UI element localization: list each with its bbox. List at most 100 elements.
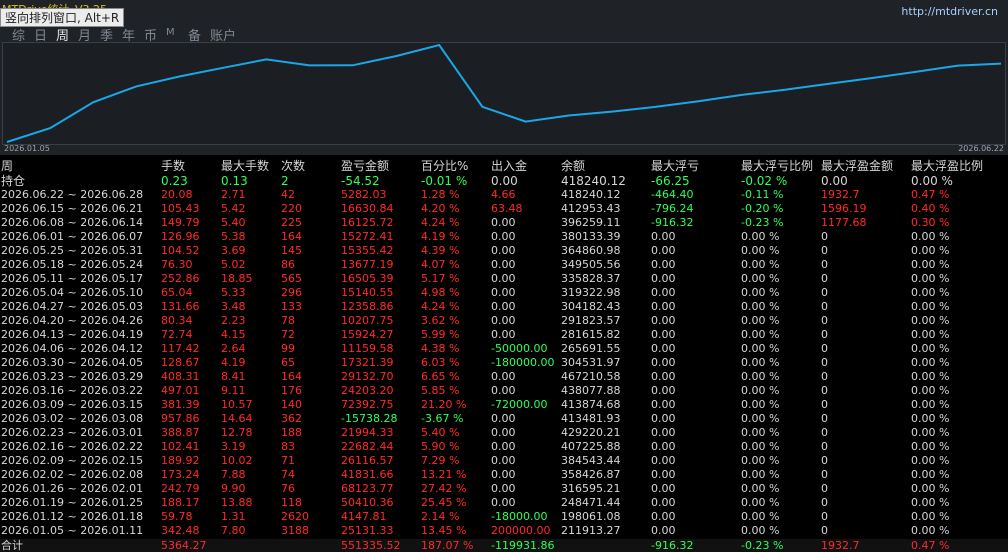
table-row[interactable]: 2026.06.01 ~ 2026.06.07 126.96 5.38 164 1527… <box>0 230 1008 244</box>
cell-1: 388.87 <box>161 426 200 439</box>
cell-9: -0.23 % <box>741 216 784 229</box>
table-row[interactable]: 2026.01.05 ~ 2026.01.11 342.48 7.80 3188 251… <box>0 524 1008 538</box>
table-row[interactable]: 2026.02.16 ~ 2026.02.22 102.41 3.19 83 22682… <box>0 440 1008 454</box>
cell-11: 0.00 % <box>911 258 950 271</box>
cell-3: 164 <box>281 370 302 383</box>
cell-9: -0.23 % <box>741 539 784 552</box>
cell-7: 407225.88 <box>561 440 621 453</box>
cell-11: 0.40 % <box>911 202 950 215</box>
cell-0: 2026.01.19 ~ 2026.01.25 <box>1 496 144 509</box>
cell-4: 26116.57 <box>341 454 394 467</box>
cell-11: 0.00 % <box>911 244 950 257</box>
cell-5: 4.38 % <box>421 342 460 355</box>
cell-0: 2026.06.15 ~ 2026.06.21 <box>1 202 144 215</box>
cell-3: 118 <box>281 496 302 509</box>
cell-6: 出入金 <box>491 159 528 173</box>
cell-11: 0.47 % <box>911 188 950 201</box>
cell-11: 0.00 % <box>911 272 950 285</box>
cell-8: 0.00 <box>651 510 676 523</box>
cell-8: 0.00 <box>651 468 676 481</box>
cell-10: 1177.68 <box>821 216 867 229</box>
table-row[interactable]: 2026.03.23 ~ 2026.03.29 408.31 8.41 164 2913… <box>0 370 1008 384</box>
cell-5: 27.42 % <box>421 482 467 495</box>
cell-9: 0.00 % <box>741 370 780 383</box>
table-row[interactable]: 2026.03.02 ~ 2026.03.08 957.86 14.64 362 -15… <box>0 412 1008 426</box>
cell-5: 7.29 % <box>421 454 460 467</box>
table-row[interactable]: 2026.03.30 ~ 2026.04.05 128.67 4.19 65 17321… <box>0 356 1008 370</box>
cell-2: 4.19 <box>221 356 246 369</box>
cell-6: 0.00 <box>491 384 516 397</box>
cell-0: 2026.02.02 ~ 2026.02.08 <box>1 468 144 481</box>
cell-4: 22682.44 <box>341 440 394 453</box>
cell-7: 198061.08 <box>561 510 621 523</box>
table-row[interactable]: 2026.01.19 ~ 2026.01.25 188.17 13.88 118 504… <box>0 496 1008 510</box>
cell-1: 381.39 <box>161 398 200 411</box>
cell-11: 0.00 % <box>911 230 950 243</box>
cell-0: 2026.04.20 ~ 2026.04.26 <box>1 314 144 327</box>
table-row[interactable]: 2026.02.09 ~ 2026.02.15 189.92 10.02 71 2611… <box>0 454 1008 468</box>
table-row[interactable]: 2026.04.20 ~ 2026.04.26 80.34 2.23 78 10207.… <box>0 314 1008 328</box>
cell-7: 384543.44 <box>561 454 621 467</box>
table-row[interactable]: 2026.06.08 ~ 2026.06.14 149.79 5.40 225 1612… <box>0 216 1008 230</box>
cell-7: 418240.12 <box>561 174 626 188</box>
cell-8: 0.00 <box>651 300 676 313</box>
cell-10: 0 <box>821 328 828 341</box>
cell-2: 2.64 <box>221 342 246 355</box>
cell-6: 0.00 <box>491 230 516 243</box>
table-row[interactable]: 2026.04.06 ~ 2026.04.12 117.42 2.64 99 11159… <box>0 342 1008 356</box>
cell-11: 0.00 % <box>911 342 950 355</box>
cell-8: 0.00 <box>651 258 676 271</box>
cell-8: -916.32 <box>651 539 694 552</box>
cell-6: 0.00 <box>491 468 516 481</box>
cell-8: -66.25 <box>651 174 690 188</box>
cell-1: 188.17 <box>161 496 200 509</box>
cell-10: 0 <box>821 482 828 495</box>
cell-10: 0 <box>821 342 828 355</box>
cell-9: 0.00 % <box>741 342 780 355</box>
cell-6: 4.66 <box>491 188 516 201</box>
table-row[interactable]: 2026.03.09 ~ 2026.03.15 381.39 10.57 140 723… <box>0 398 1008 412</box>
table-row[interactable]: 2026.01.12 ~ 2026.01.18 59.78 1.31 2620 4147… <box>0 510 1008 524</box>
cell-8: 0.00 <box>651 398 676 411</box>
cell-1: 117.42 <box>161 342 200 355</box>
cell-0: 2026.03.30 ~ 2026.04.05 <box>1 356 144 369</box>
cell-4: 4147.81 <box>341 510 387 523</box>
table-row[interactable]: 2026.02.02 ~ 2026.02.08 173.24 7.88 74 41831… <box>0 468 1008 482</box>
table-row[interactable]: 2026.05.18 ~ 2026.05.24 76.30 5.02 86 13677.… <box>0 258 1008 272</box>
cell-2: 3.69 <box>221 244 246 257</box>
cell-9: -0.20 % <box>741 202 784 215</box>
table-row[interactable]: 2026.06.15 ~ 2026.06.21 105.43 5.42 220 1663… <box>0 202 1008 216</box>
table-row[interactable]: 2026.05.11 ~ 2026.05.17 252.86 18.85 565 165… <box>0 272 1008 286</box>
table-row[interactable]: 2026.04.27 ~ 2026.05.03 131.66 3.48 133 1235… <box>0 300 1008 314</box>
cell-6: 0.00 <box>491 286 516 299</box>
site-link[interactable]: http://mtdriver.cn <box>901 5 998 18</box>
cell-7: 413481.93 <box>561 412 621 425</box>
cell-4: 12358.86 <box>341 300 394 313</box>
cell-8: 0.00 <box>651 426 676 439</box>
table-row[interactable]: 2026.06.22 ~ 2026.06.28 20.08 2.71 42 5282.0… <box>0 188 1008 202</box>
cell-0: 2026.01.05 ~ 2026.01.11 <box>1 524 144 537</box>
holding-row: 持仓 0.23 0.13 2 -54.52 -0.01 % 0.00 418240.12 -66… <box>0 174 1008 188</box>
cell-10: 0 <box>821 314 828 327</box>
cell-11: 0.00 % <box>911 496 950 509</box>
table-row[interactable]: 2026.02.23 ~ 2026.03.01 388.87 12.78 188 219… <box>0 426 1008 440</box>
cell-2: 8.41 <box>221 370 246 383</box>
table-row[interactable]: 2026.01.26 ~ 2026.02.01 242.79 9.90 76 68123… <box>0 482 1008 496</box>
cell-5: 5.85 % <box>421 384 460 397</box>
cell-0: 2026.04.13 ~ 2026.04.19 <box>1 328 144 341</box>
cell-10: 0 <box>821 244 828 257</box>
table-row[interactable]: 2026.05.04 ~ 2026.05.10 65.04 5.33 296 15140… <box>0 286 1008 300</box>
cell-6: 0.00 <box>491 454 516 467</box>
table-row[interactable]: 2026.03.16 ~ 2026.03.22 497.01 9.11 176 2420… <box>0 384 1008 398</box>
cell-5: 13.45 % <box>421 524 467 537</box>
table-row[interactable]: 2026.04.13 ~ 2026.04.19 72.74 4.15 72 15924.… <box>0 328 1008 342</box>
cell-7: 380133.39 <box>561 230 621 243</box>
table-row[interactable]: 2026.05.25 ~ 2026.05.31 104.52 3.69 145 1535… <box>0 244 1008 258</box>
cell-0: 2026.05.11 ~ 2026.05.17 <box>1 272 144 285</box>
cell-3: 74 <box>281 468 295 481</box>
cell-8: 0.00 <box>651 412 676 425</box>
cell-10: 1932.7 <box>821 188 860 201</box>
cell-6: 0.00 <box>491 258 516 271</box>
cell-11: 0.47 % <box>911 539 950 552</box>
cell-4: 16125.72 <box>341 216 394 229</box>
